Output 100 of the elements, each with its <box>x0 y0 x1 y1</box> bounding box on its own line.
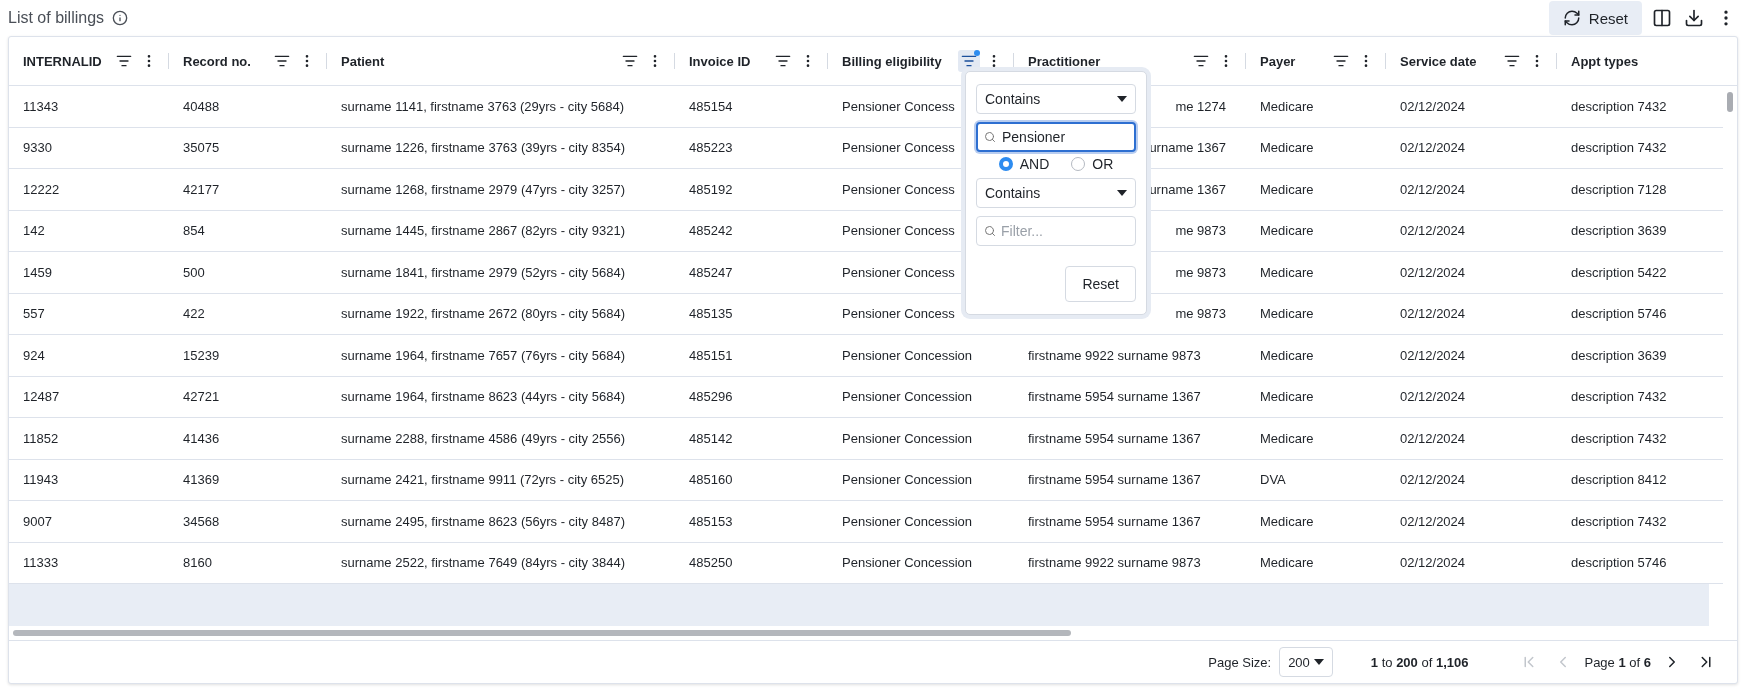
table-cell-text: description 8412 <box>1571 471 1667 490</box>
table-cell-text: Medicare <box>1260 97 1314 116</box>
table-cell-text: description 5746 <box>1571 305 1667 324</box>
operator-radio[interactable]: OR <box>1071 156 1114 172</box>
column-header[interactable]: Patient <box>341 53 615 69</box>
table-cell-text: 485192 <box>689 180 733 199</box>
page-indicator: Page 1 of 6 <box>1584 654 1651 670</box>
horizontal-scrollbar[interactable] <box>13 630 1071 636</box>
search-icon <box>984 131 996 143</box>
table-cell-text: Pensioner Concess <box>842 97 955 116</box>
page-size-select[interactable]: 200 <box>1279 647 1333 677</box>
row-range: 1 to 200 of 1,106 <box>1370 654 1469 670</box>
search-icon <box>984 225 996 237</box>
filter-input[interactable]: Filter... <box>976 216 1136 246</box>
table-cell-text: description 7432 <box>1571 512 1667 531</box>
table-cell-text: 9007 <box>23 512 52 531</box>
table-cell-text: description 3639 <box>1571 346 1667 365</box>
table-cell-text: me 1274 <box>1175 97 1226 116</box>
table-cell-text: 34568 <box>183 512 220 531</box>
table-cell-text: firstname 5954 surname 1367 <box>1028 512 1201 531</box>
column-header[interactable]: Payer <box>1260 53 1326 69</box>
page-title: List of billings <box>8 9 105 27</box>
reset-button[interactable]: Reset <box>1548 1 1642 35</box>
table-cell-text: surname 2421, firstname 9911 (72yrs - city 6525) <box>341 471 624 490</box>
table-cell-text: 854 <box>183 222 205 241</box>
table-cell-text: 02/12/2024 <box>1400 512 1466 531</box>
table-cell-text: 142 <box>23 222 45 241</box>
table-cell-text: 41436 <box>183 429 220 448</box>
table-cell-text: 02/12/2024 <box>1400 388 1466 407</box>
table-cell-text: firstname 5954 surname 1367 <box>1028 471 1201 490</box>
table-cell-text: 11333 <box>23 554 59 573</box>
table-cell-text: me 9873 <box>1175 305 1226 324</box>
table-cell-text: 924 <box>23 346 45 365</box>
table-cell-text: 02/12/2024 <box>1400 180 1466 199</box>
table-cell-text: 41369 <box>183 471 220 490</box>
table-cell-text: surname 1964, firstname 7657 (76yrs - city 5684) <box>341 346 625 365</box>
table-cell-text: description 7128 <box>1571 180 1667 199</box>
table-cell-text: 485135 <box>689 305 733 324</box>
table-cell-text: 485296 <box>689 388 733 407</box>
condition-select[interactable]: Contains <box>976 84 1136 114</box>
column-header[interactable]: INTERNALID <box>23 53 109 69</box>
table-cell-text: Pensioner Concession <box>842 388 973 407</box>
table-cell-text: 02/12/2024 <box>1400 554 1466 573</box>
operator-radio[interactable]: AND <box>998 156 1050 172</box>
table-cell-text: 02/12/2024 <box>1400 471 1466 490</box>
column-header[interactable]: Service date <box>1400 53 1497 69</box>
table-cell-text: description 7432 <box>1571 97 1667 116</box>
table-cell-text: 12222 <box>23 180 60 199</box>
column-header[interactable]: Billing eligibility <box>842 53 954 69</box>
caret-icon <box>1117 190 1127 196</box>
table-cell-text: 02/12/2024 <box>1400 346 1466 365</box>
table-cell-text: me 9873 <box>1175 222 1226 241</box>
filter-input[interactable]: Pensioner <box>976 122 1136 152</box>
column-header[interactable]: Record no. <box>183 53 267 69</box>
table-cell-text: surname 1226, firstname 3763 (39yrs - city 8354) <box>341 139 625 158</box>
table-cell-text: 485151 <box>689 346 733 365</box>
table-cell-text: Pensioner Concess <box>842 139 955 158</box>
table-cell-text: Pensioner Concession <box>842 346 973 365</box>
table-cell-text: Medicare <box>1260 388 1314 407</box>
condition-select[interactable]: Contains <box>976 178 1136 208</box>
table-cell-text: 11852 <box>23 429 59 448</box>
table-cell-text: Pensioner Concession <box>842 512 973 531</box>
vertical-scrollbar[interactable] <box>1727 92 1733 112</box>
column-header[interactable]: Invoice ID <box>689 53 768 69</box>
table-cell-text: surname 1841, firstname 2979 (52yrs - city 5684) <box>341 263 625 282</box>
table-cell-text: firstname 5954 surname 1367 <box>1028 388 1201 407</box>
refresh-icon <box>1562 9 1581 27</box>
table-cell-text: description 5746 <box>1571 554 1667 573</box>
table-cell-text: 02/12/2024 <box>1400 97 1466 116</box>
column-header[interactable]: Practitioner <box>1028 53 1186 69</box>
table-cell-text: urname 1367 <box>1149 139 1226 158</box>
filter-reset-button[interactable]: Reset <box>1065 266 1136 302</box>
table-cell-text: Pensioner Concession <box>842 429 973 448</box>
table-cell-text: 15239 <box>183 346 220 365</box>
table-cell-text: surname 2495, firstname 8623 (56yrs - city 8487) <box>341 512 625 531</box>
table-cell-text: description 7432 <box>1571 139 1667 158</box>
table-cell-text: 485247 <box>689 263 733 282</box>
table-cell-text: 02/12/2024 <box>1400 222 1466 241</box>
table-cell-text: 02/12/2024 <box>1400 429 1466 448</box>
table-cell-text: 02/12/2024 <box>1400 263 1466 282</box>
table-cell-text: 42721 <box>183 388 220 407</box>
table-cell-text: 485160 <box>689 471 733 490</box>
table-cell-text: 485250 <box>689 554 733 573</box>
table-cell-text: 02/12/2024 <box>1400 139 1466 158</box>
column-header[interactable]: Appt types <box>1571 53 1727 69</box>
info-icon[interactable] <box>112 10 129 26</box>
table-cell-text: urname 1367 <box>1149 180 1226 199</box>
caret-icon <box>1117 96 1127 102</box>
table-cell-text: Pensioner Concess <box>842 180 955 199</box>
table-cell-text: Medicare <box>1260 305 1314 324</box>
table-cell-text: Medicare <box>1260 346 1314 365</box>
page-size-label: Page Size: <box>1208 654 1272 670</box>
table-cell-text: 557 <box>23 305 45 324</box>
table-cell-text: 11343 <box>23 97 59 116</box>
table-cell-text: 11943 <box>23 471 59 490</box>
table-cell-text: 8160 <box>183 554 212 573</box>
table-cell-text: firstname 9922 surname 9873 <box>1028 346 1201 365</box>
table-cell-text: 35075 <box>183 139 220 158</box>
table-cell-text: Medicare <box>1260 222 1314 241</box>
caret-icon <box>1313 659 1324 665</box>
